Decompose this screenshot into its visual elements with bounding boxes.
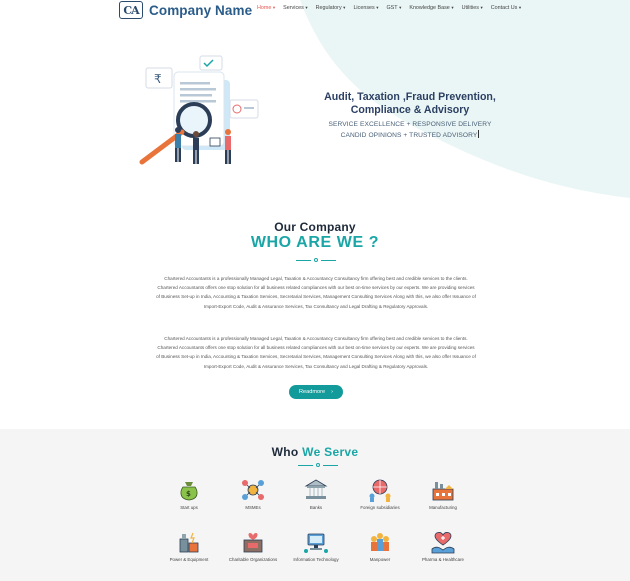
computer-network-icon (303, 529, 329, 555)
nav-item-gst[interactable]: GST ▾ (386, 5, 401, 11)
chevron-down-icon: ▾ (376, 5, 379, 10)
bank-icon (303, 477, 329, 503)
nav-label: Utilities (461, 5, 479, 11)
nav-label: Services (283, 5, 304, 11)
brand-name: Company Name (149, 2, 253, 18)
chevron-down-icon: ▾ (518, 5, 522, 10)
hero-title-line2: Compliance & Advisory (350, 104, 470, 116)
nav-label: Contact Us (490, 5, 518, 11)
chevron-down-icon: ▾ (305, 5, 308, 10)
about-kicker: Our Company (274, 220, 356, 234)
serve-item-label: Pharma & Healthcare (422, 557, 464, 562)
serve-item[interactable]: Foreign subsidiaries (345, 477, 415, 510)
readmore-label: Readmore (299, 389, 326, 395)
hero-subtitle: SERVICE EXCELLENCE + RESPONSIVE DELIVERY… (300, 119, 520, 141)
serve-item-label: Banks (309, 505, 323, 510)
about-paragraph-1: Chartered Accountants is a professionall… (156, 276, 476, 309)
svg-text:$: $ (186, 490, 191, 498)
about-divider (296, 257, 336, 263)
chevron-right-icon: › (331, 389, 333, 395)
hero-subtitle-line2: CANDID OPINIONS + TRUSTED ADVISORY (340, 132, 478, 139)
site-header: CA Company Name Home ▾ Services ▾ Regulatory… (0, 0, 630, 20)
brand-logo[interactable]: CA Company Name (119, 1, 252, 19)
nav-label: GST (386, 5, 398, 11)
serve-title: Who We Serve (271, 445, 359, 459)
serve-item[interactable]: Pharma & Healthcare (408, 529, 478, 562)
nav-item-contact-us[interactable]: Contact Us ▾ (491, 5, 521, 11)
hero-illustration: ₹ (134, 50, 264, 175)
typing-cursor (478, 130, 480, 138)
nav-label: Regulatory (315, 5, 342, 11)
nav-item-utilities[interactable]: Utilities ▾ (462, 5, 483, 11)
readmore-button[interactable]: Readmore › (289, 385, 343, 399)
chevron-down-icon: ▾ (451, 5, 454, 10)
chevron-down-icon: ▾ (399, 5, 402, 10)
serve-item-label: Information Technology (293, 557, 339, 562)
nav-item-knowledge-base[interactable]: Knowledge Base ▾ (409, 5, 453, 11)
globe-people-icon (367, 477, 393, 503)
serve-divider (298, 462, 338, 468)
nav-item-services[interactable]: Services ▾ (283, 5, 307, 11)
serve-item[interactable]: Information Technology (281, 529, 351, 562)
hero-subtitle-line1: SERVICE EXCELLENCE + RESPONSIVE DELIVERY (328, 121, 492, 128)
nav-label: Knowledge Base (409, 5, 450, 11)
main-nav: Home ▾ Services ▾ Regulatory ▾ Licenses ▾ GST ▾ Kn… (257, 5, 529, 11)
serve-item[interactable]: Banks (281, 477, 351, 510)
serve-item-label: Manufacturing (429, 505, 457, 510)
heart-hands-icon (430, 529, 456, 555)
power-plant-icon (176, 529, 202, 555)
serve-item-label: Manpower (369, 557, 391, 562)
hero-title: Audit, Taxation ,Fraud Prevention, Compl… (300, 91, 520, 117)
nav-item-regulatory[interactable]: Regulatory ▾ (316, 5, 346, 11)
serve-item-label: Power & Equipment (169, 557, 209, 562)
serve-item[interactable]: Manufacturing (408, 477, 478, 510)
about-title: WHO ARE WE ? (250, 234, 380, 251)
factory-icon (430, 477, 456, 503)
svg-text:₹: ₹ (154, 72, 162, 86)
nav-label: Licenses (353, 5, 375, 11)
money-bag-icon: $ (176, 477, 202, 503)
network-people-icon (240, 477, 266, 503)
serve-item-label: Start ups (180, 505, 198, 510)
serve-item[interactable]: Power & Equipment (154, 529, 224, 562)
nav-label: Home (257, 5, 272, 11)
serve-item[interactable]: $ Start ups (154, 477, 224, 510)
nav-item-licenses[interactable]: Licenses ▾ (353, 5, 378, 11)
serve-item-label: MSMEs (245, 505, 261, 510)
hero-title-line1: Audit, Taxation ,Fraud Prevention, (324, 91, 496, 103)
nav-item-home[interactable]: Home ▾ (257, 5, 275, 11)
serve-item-label: Foreign subsidiaries (360, 505, 400, 510)
workers-group-icon (367, 529, 393, 555)
chevron-down-icon: ▾ (343, 5, 346, 10)
serve-item[interactable]: Manpower (345, 529, 415, 562)
charity-box-icon (240, 529, 266, 555)
chevron-down-icon: ▾ (272, 5, 276, 10)
about-paragraph-2: Chartered Accountants is a professionall… (156, 336, 476, 369)
serve-item-label: Charitable Organizations (228, 557, 278, 562)
serve-item[interactable]: MSMEs (218, 477, 288, 510)
logo-mark-icon: CA (119, 1, 143, 19)
serve-item[interactable]: Charitable Organizations (218, 529, 288, 562)
chevron-down-icon: ▾ (480, 5, 483, 10)
